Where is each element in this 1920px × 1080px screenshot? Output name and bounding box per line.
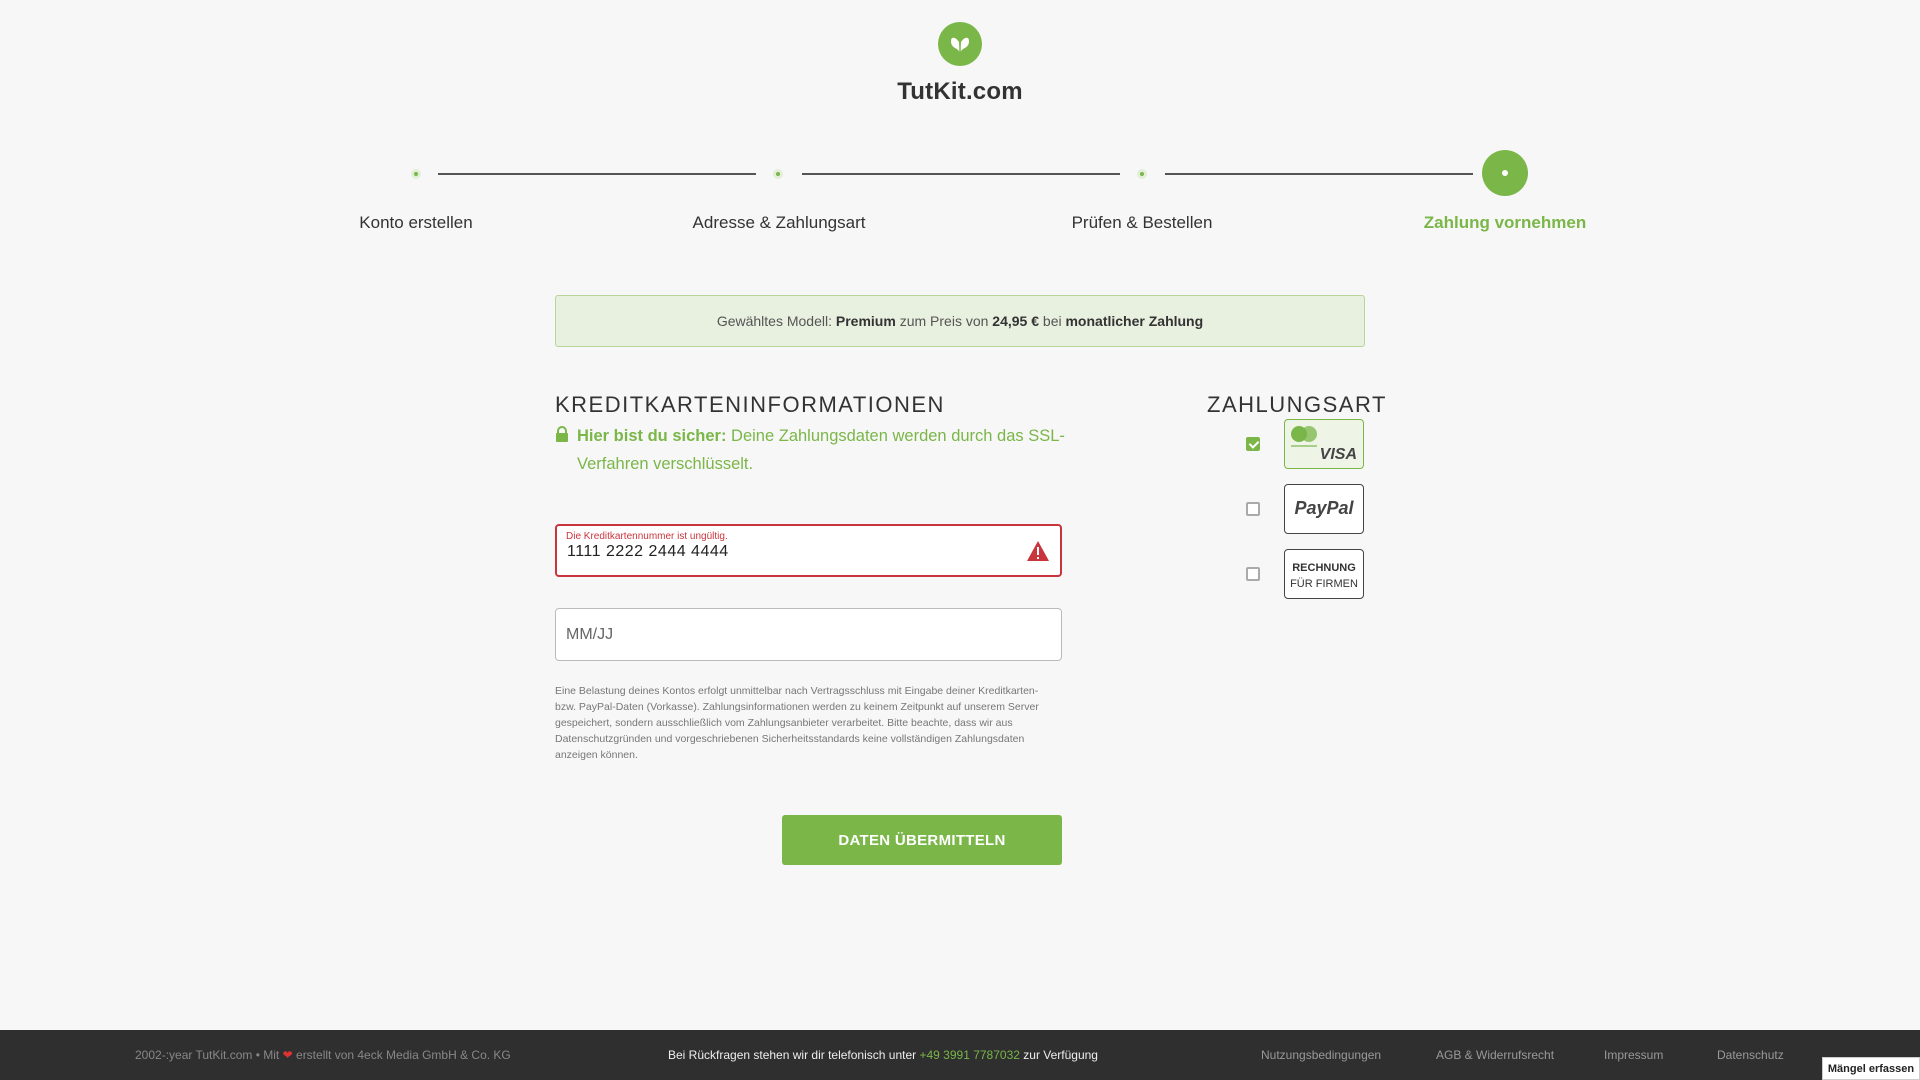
- paypal-checkbox[interactable]: [1246, 502, 1260, 516]
- payment-disclaimer: Eine Belastung deines Kontos erfolgt unm…: [555, 685, 1039, 761]
- footer-copyright: 2002-:year TutKit.com • Mit ❤ erstellt v…: [135, 1048, 511, 1062]
- banner-model: Premium: [835, 313, 896, 329]
- card-number-value[interactable]: 1111 2222 2444 4444: [567, 543, 729, 561]
- header-logo[interactable]: TutKit.com: [0, 22, 1920, 106]
- paypal-logo: PayPal: [1294, 498, 1354, 518]
- step-4-label: Zahlung vornehmen: [1423, 213, 1587, 232]
- warning-icon: [1027, 541, 1049, 561]
- step-1-marker: [411, 169, 421, 179]
- contact-text-b: zur Verfügung: [1023, 1048, 1098, 1062]
- card-number-field[interactable]: Die Kreditkartennummer ist ungültig. 111…: [555, 524, 1062, 577]
- invoice-checkbox[interactable]: [1246, 567, 1260, 581]
- invoice-option-card[interactable]: RECHNUNG FÜR FIRMEN: [1284, 549, 1364, 599]
- step-connector: [1165, 173, 1473, 175]
- creditcard-option-card[interactable]: VISA: [1284, 419, 1364, 469]
- contact-text-a: Bei Rückfragen stehen wir dir telefonisc…: [668, 1048, 917, 1062]
- banner-mid: zum Preis von: [899, 313, 989, 329]
- butterfly-logo-icon: [938, 22, 982, 66]
- footer-link-agb[interactable]: AGB & Widerrufsrecht: [1436, 1048, 1554, 1062]
- footer-link-imprint[interactable]: Impressum: [1604, 1048, 1663, 1062]
- invoice-label-line2: FÜR FIRMEN: [1290, 578, 1358, 590]
- submit-button[interactable]: DATEN ÜBERMITTELN: [782, 815, 1062, 865]
- brand-name: TutKit.com: [897, 78, 1023, 105]
- payment-section-heading: ZAHLUNGSART: [1207, 392, 1387, 417]
- ssl-notice: Hier bist du sicher: Deine Zahlungsdaten…: [555, 422, 1075, 478]
- step-2-label: Adresse & Zahlungsart: [692, 213, 866, 232]
- creditcard-checkbox[interactable]: [1246, 437, 1260, 451]
- paypal-option-card[interactable]: PayPal: [1284, 484, 1364, 534]
- selected-plan-banner: Gewähltes Modell: Premium zum Preis von …: [555, 295, 1365, 347]
- visa-logo: VISA: [1319, 446, 1357, 463]
- card-section-heading: KREDITKARTENINFORMATIONEN: [555, 392, 945, 417]
- copyright-text-a: 2002-:year TutKit.com • Mit: [135, 1048, 280, 1062]
- copyright-text-b: erstellt von 4eck Media GmbH & Co. KG: [296, 1048, 511, 1062]
- payment-option-paypal[interactable]: PayPal: [1240, 484, 1366, 534]
- footer-link-privacy[interactable]: Datenschutz: [1717, 1048, 1784, 1062]
- step-connector: [802, 173, 1120, 175]
- checkout-stepper: Konto erstellen Adresse & Zahlungsart Pr…: [0, 150, 1920, 240]
- ssl-notice-text: Hier bist du sicher: Deine Zahlungsdaten…: [577, 422, 1075, 478]
- step-connector: [438, 173, 756, 175]
- ssl-notice-strong: Hier bist du sicher:: [577, 427, 727, 445]
- footer-contact: Bei Rückfragen stehen wir dir telefonisc…: [668, 1048, 1098, 1062]
- footer-link-terms[interactable]: Nutzungsbedingungen: [1261, 1048, 1381, 1062]
- banner-mid2: bei: [1042, 313, 1062, 329]
- banner-prefix: Gewähltes Modell:: [716, 313, 832, 329]
- banner-price: 24,95 €: [992, 313, 1040, 329]
- step-3-label: Prüfen & Bestellen: [1071, 213, 1213, 232]
- payment-option-creditcard[interactable]: VISA: [1240, 419, 1366, 469]
- expiry-field[interactable]: [555, 608, 1062, 661]
- payment-option-invoice[interactable]: RECHNUNG FÜR FIRMEN: [1240, 549, 1366, 599]
- step-2-marker: [773, 169, 783, 179]
- expiry-input[interactable]: [556, 609, 1061, 660]
- report-issues-button[interactable]: Mängel erfassen: [1822, 1057, 1920, 1080]
- mastercard-icon: [1291, 426, 1317, 447]
- step-1-label: Konto erstellen: [359, 213, 473, 232]
- heart-icon: ❤: [282, 1048, 293, 1062]
- step-4-marker: [1482, 150, 1528, 196]
- invoice-label-line1: RECHNUNG: [1292, 562, 1356, 574]
- contact-phone-link[interactable]: +49 3991 7787032: [919, 1048, 1019, 1062]
- lock-icon: [556, 426, 568, 442]
- step-3-marker: [1137, 169, 1147, 179]
- invoice-label: RECHNUNG FÜR FIRMEN: [1285, 560, 1363, 592]
- banner-billing: monatlicher Zahlung: [1065, 313, 1204, 329]
- card-number-error: Die Kreditkartennummer ist ungültig.: [566, 531, 728, 542]
- page-footer: 2002-:year TutKit.com • Mit ❤ erstellt v…: [0, 1030, 1920, 1080]
